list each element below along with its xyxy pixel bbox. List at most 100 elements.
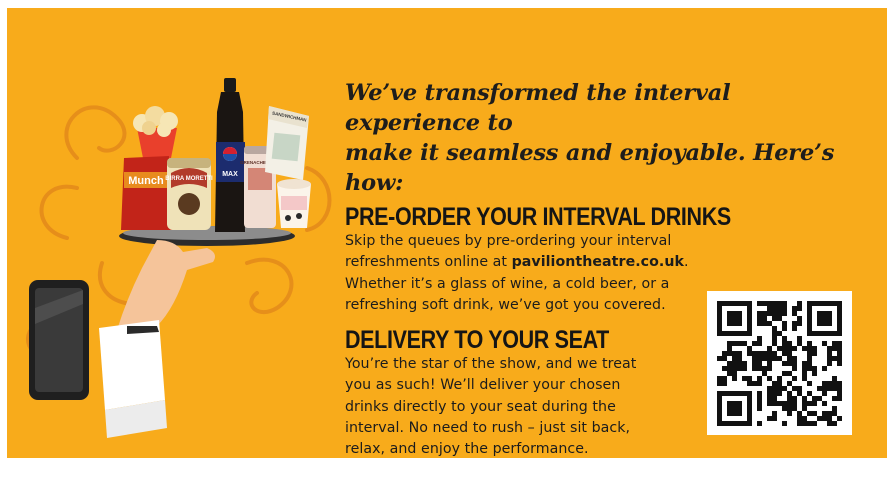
qr-module: [812, 396, 817, 401]
qr-code-icon: [717, 301, 842, 426]
qr-module: [812, 371, 817, 376]
qr-module: [832, 381, 837, 386]
qr-module: [737, 406, 742, 411]
qr-module: [792, 406, 797, 411]
qr-module: [777, 311, 782, 316]
qr-module: [777, 376, 782, 381]
qr-module: [732, 331, 737, 336]
qr-module: [722, 366, 727, 371]
qr-module: [797, 341, 802, 346]
qr-module: [797, 321, 802, 326]
qr-module: [732, 351, 737, 356]
qr-module: [772, 351, 777, 356]
website-link[interactable]: paviliontheatre.co.uk: [512, 254, 684, 270]
qr-module: [807, 321, 812, 326]
qr-module: [717, 321, 722, 326]
qr-module: [737, 361, 742, 366]
qr-module: [807, 411, 812, 416]
qr-module: [807, 356, 812, 361]
qr-module: [827, 411, 832, 416]
qr-module: [827, 381, 832, 386]
qr-module: [837, 381, 842, 386]
qr-module: [787, 381, 792, 386]
preorder-line-2-suffix: .: [684, 254, 689, 271]
qr-module: [737, 316, 742, 321]
qr-module: [757, 401, 762, 406]
qr-module: [722, 351, 727, 356]
qr-module: [747, 391, 752, 396]
qr-module: [777, 331, 782, 336]
qr-module: [782, 421, 787, 426]
qr-module: [822, 391, 827, 396]
qr-module: [717, 381, 722, 386]
qr-module: [757, 391, 762, 396]
qr-module: [807, 391, 812, 396]
qr-module: [807, 316, 812, 321]
qr-module: [717, 331, 722, 336]
qr-module: [762, 316, 767, 321]
qr-module: [832, 411, 837, 416]
munch-label: Munch: [128, 175, 164, 187]
qr-module: [732, 316, 737, 321]
qr-module: [837, 391, 842, 396]
qr-module: [747, 321, 752, 326]
qr-module: [727, 371, 732, 376]
qr-module: [757, 366, 762, 371]
qr-module: [832, 376, 837, 381]
qr-module: [782, 326, 787, 331]
qr-module: [727, 401, 732, 406]
qr-module: [767, 306, 772, 311]
qr-module: [747, 401, 752, 406]
qr-module: [767, 376, 772, 381]
qr-module: [767, 301, 772, 306]
qr-module: [717, 326, 722, 331]
qr-module: [717, 316, 722, 321]
qr-module: [727, 341, 732, 346]
qr-module: [792, 386, 797, 391]
qr-module: [792, 361, 797, 366]
qr-module: [732, 356, 737, 361]
qr-module: [742, 376, 747, 381]
qr-module: [807, 341, 812, 346]
qr-module: [772, 391, 777, 396]
qr-module: [812, 401, 817, 406]
qr-module: [732, 376, 737, 381]
qr-module: [737, 356, 742, 361]
qr-module: [727, 411, 732, 416]
qr-module: [757, 341, 762, 346]
qr-module: [747, 416, 752, 421]
qr-module: [797, 306, 802, 311]
qr-module: [832, 341, 837, 346]
qr-module: [727, 321, 732, 326]
qr-module: [732, 411, 737, 416]
qr-module: [817, 316, 822, 321]
qr-module: [822, 366, 827, 371]
qr-module: [717, 311, 722, 316]
qr-module: [762, 311, 767, 316]
qr-module: [792, 356, 797, 361]
qr-module: [717, 421, 722, 426]
qr-module: [832, 386, 837, 391]
qr-module: [802, 366, 807, 371]
qr-module: [782, 311, 787, 316]
qr-module: [822, 381, 827, 386]
qr-module: [782, 301, 787, 306]
qr-module: [767, 386, 772, 391]
qr-module: [747, 326, 752, 331]
qr-module: [772, 301, 777, 306]
qr-module: [727, 346, 732, 351]
qr-module: [772, 386, 777, 391]
qr-module: [837, 331, 842, 336]
qr-module: [747, 331, 752, 336]
qr-code[interactable]: [707, 291, 852, 435]
qr-module: [807, 331, 812, 336]
qr-module: [817, 331, 822, 336]
qr-module: [757, 351, 762, 356]
qr-module: [832, 356, 837, 361]
qr-module: [787, 346, 792, 351]
qr-module: [817, 301, 822, 306]
qr-module: [742, 331, 747, 336]
qr-module: [772, 416, 777, 421]
qr-module: [807, 361, 812, 366]
qr-module: [717, 411, 722, 416]
